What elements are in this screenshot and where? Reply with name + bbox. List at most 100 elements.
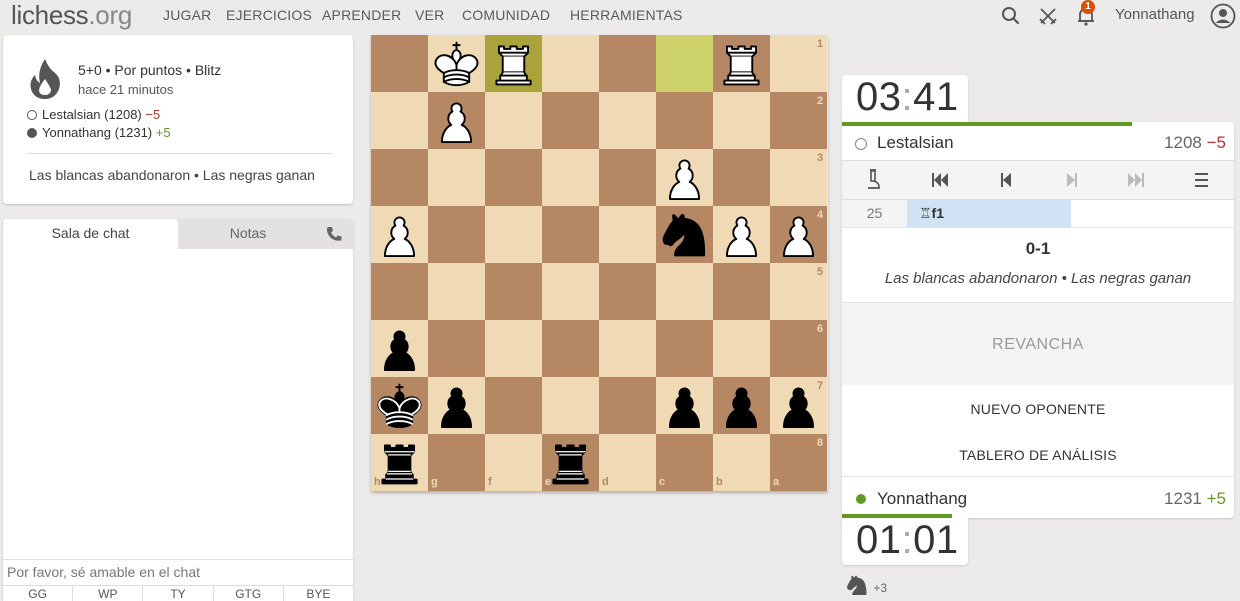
file-label: d (602, 476, 609, 488)
black-pawn-icon[interactable] (713, 377, 770, 434)
square-f5[interactable] (485, 263, 542, 320)
white-king-icon[interactable] (428, 35, 485, 92)
black-pawn-icon[interactable] (656, 377, 713, 434)
square-h5[interactable] (371, 263, 428, 320)
square-d5[interactable] (599, 263, 656, 320)
site-logo[interactable]: lichess.org (11, 0, 132, 31)
square-d2[interactable] (599, 92, 656, 149)
square-c1[interactable] (656, 35, 713, 92)
rank-label: 2 (817, 95, 824, 107)
first-move-icon[interactable] (920, 161, 960, 199)
white-circle-icon (27, 110, 37, 120)
square-c2[interactable] (656, 92, 713, 149)
user-avatar-icon[interactable] (1210, 3, 1236, 29)
menu-hamburger-icon[interactable] (1182, 161, 1222, 199)
tab-chat-room[interactable]: Sala de chat (3, 219, 178, 249)
square-e6[interactable] (542, 320, 599, 377)
square-h2[interactable] (371, 92, 428, 149)
game-time-ago: hace 21 minutos (78, 82, 174, 97)
next-move-icon[interactable] (1052, 161, 1092, 199)
new-opponent-button[interactable]: NUEVO OPONENTE (842, 401, 1234, 417)
square-e2[interactable] (542, 92, 599, 149)
square-b5[interactable] (713, 263, 770, 320)
my-player-row[interactable]: Yonnathang 1231 +5 (842, 480, 1234, 516)
prev-move-icon[interactable] (986, 161, 1026, 199)
nav-watch[interactable]: VER (415, 7, 444, 23)
square-d7[interactable] (599, 377, 656, 434)
black-rook-icon[interactable] (542, 434, 599, 491)
square-c5[interactable] (656, 263, 713, 320)
top-nav: lichess.org JUGAR EJERCICIOS APRENDER VE… (0, 0, 1240, 32)
square-c6[interactable] (656, 320, 713, 377)
white-player-line[interactable]: Lestalsian (1208) −5 (27, 107, 160, 122)
nav-tools[interactable]: HERRAMIENTAS (570, 7, 683, 23)
clock-bottom-minutes: 01 (856, 518, 902, 562)
black-rook-icon[interactable] (371, 434, 428, 491)
square-g5[interactable] (428, 263, 485, 320)
crossed-swords-icon[interactable] (1036, 4, 1060, 28)
white-pawn-icon[interactable] (770, 206, 827, 263)
square-d3[interactable] (599, 149, 656, 206)
phone-icon[interactable] (325, 225, 343, 248)
square-h3[interactable] (371, 149, 428, 206)
square-f3[interactable] (485, 149, 542, 206)
square-d4[interactable] (599, 206, 656, 263)
square-f8[interactable] (485, 434, 542, 491)
nav-puzzles[interactable]: EJERCICIOS (226, 7, 312, 23)
preset-gg[interactable]: GG (3, 586, 74, 601)
square-e7[interactable] (542, 377, 599, 434)
chess-board[interactable]: 12345678hgfedcba (371, 35, 828, 491)
opponent-name[interactable]: Lestalsian (877, 133, 954, 153)
rematch-button[interactable]: REVANCHA (842, 302, 1234, 385)
square-f7[interactable] (485, 377, 542, 434)
square-f6[interactable] (485, 320, 542, 377)
opponent-player-row[interactable]: Lestalsian 1208 −5 (842, 124, 1234, 160)
square-f2[interactable] (485, 92, 542, 149)
square-b2[interactable] (713, 92, 770, 149)
nav-community[interactable]: COMUNIDAD (462, 7, 550, 23)
white-pawn-icon[interactable] (371, 206, 428, 263)
square-g6[interactable] (428, 320, 485, 377)
square-d1[interactable] (599, 35, 656, 92)
move-active[interactable]: ♖f1 (907, 200, 1071, 227)
square-b6[interactable] (713, 320, 770, 377)
square-d6[interactable] (599, 320, 656, 377)
black-pawn-icon[interactable] (770, 377, 827, 434)
nav-learn[interactable]: APRENDER (322, 7, 401, 23)
clock-top-seconds: 41 (913, 75, 959, 119)
preset-wp[interactable]: WP (73, 586, 144, 601)
square-g3[interactable] (428, 149, 485, 206)
nav-play[interactable]: JUGAR (163, 7, 211, 23)
divider (27, 153, 332, 154)
white-pawn-icon[interactable] (656, 149, 713, 206)
black-knight-icon[interactable] (656, 206, 713, 263)
square-b3[interactable] (713, 149, 770, 206)
square-e3[interactable] (542, 149, 599, 206)
square-e1[interactable] (542, 35, 599, 92)
search-icon[interactable] (999, 4, 1023, 28)
white-pawn-icon[interactable] (713, 206, 770, 263)
black-king-icon[interactable] (371, 377, 428, 434)
analysis-board-button[interactable]: TABLERO DE ANÁLISIS (842, 447, 1234, 463)
preset-ty[interactable]: TY (143, 586, 214, 601)
black-pawn-icon[interactable] (371, 320, 428, 377)
my-name[interactable]: Yonnathang (877, 489, 967, 509)
game-info-panel: 5+0 • Por puntos • Blitz hace 21 minutos… (3, 35, 353, 204)
square-e5[interactable] (542, 263, 599, 320)
square-e4[interactable] (542, 206, 599, 263)
preset-gtg[interactable]: GTG (214, 586, 284, 601)
chat-input[interactable]: Por favor, sé amable en el chat (3, 559, 353, 585)
square-h1[interactable] (371, 35, 428, 92)
white-rook-icon[interactable] (485, 35, 542, 92)
black-pawn-icon[interactable] (428, 377, 485, 434)
square-g4[interactable] (428, 206, 485, 263)
username-link[interactable]: Yonnathang (1115, 6, 1195, 23)
black-player-line[interactable]: Yonnathang (1231) +5 (27, 125, 171, 140)
white-pawn-icon[interactable] (428, 92, 485, 149)
analysis-microscope-icon[interactable] (854, 161, 894, 199)
preset-bye[interactable]: BYE (284, 586, 353, 601)
tab-notes[interactable]: Notas (178, 219, 318, 249)
square-f4[interactable] (485, 206, 542, 263)
last-move-icon[interactable] (1116, 161, 1156, 199)
white-rook-icon[interactable] (713, 35, 770, 92)
